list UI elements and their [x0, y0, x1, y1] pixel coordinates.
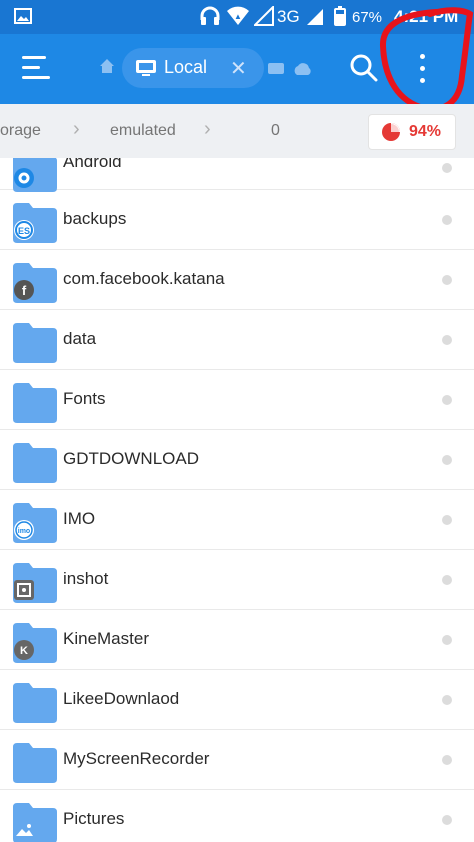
folder-icon: [13, 383, 57, 423]
select-checkbox[interactable]: [442, 515, 452, 525]
file-name: MyScreenRecorder: [63, 749, 210, 768]
select-checkbox[interactable]: [442, 695, 452, 705]
select-checkbox[interactable]: [442, 275, 452, 285]
close-icon[interactable]: ✕: [230, 56, 247, 81]
home-icon[interactable]: [99, 58, 115, 79]
file-name: inshot: [63, 569, 109, 588]
signal-icon-2: [306, 6, 324, 31]
kinemaster-badge-icon: K: [14, 640, 34, 660]
svg-text:K: K: [20, 645, 28, 657]
storage-percent: 94%: [409, 123, 442, 140]
select-checkbox[interactable]: [442, 755, 452, 765]
list-item[interactable]: Pictures: [0, 790, 474, 842]
file-name: Android: [63, 158, 122, 171]
inshot-badge-icon: [14, 580, 34, 600]
es-badge-icon: ES: [14, 220, 34, 240]
svg-text:imo: imo: [18, 528, 30, 535]
file-name: KineMaster: [63, 629, 149, 648]
svg-text:ES: ES: [18, 226, 30, 236]
imo-badge-icon: imo: [14, 520, 34, 540]
network-tab-icon[interactable]: [268, 62, 286, 81]
list-item[interactable]: data: [0, 310, 474, 370]
facebook-badge-icon: f: [14, 280, 34, 300]
svg-text:▲: ▲: [234, 12, 242, 21]
select-checkbox[interactable]: [442, 163, 452, 173]
file-name: backups: [63, 209, 127, 228]
list-item[interactable]: MyScreenRecorder: [0, 730, 474, 790]
tab-local[interactable]: Local ✕: [122, 48, 264, 88]
list-item[interactable]: ES backups: [0, 190, 474, 250]
signal-icon: [252, 4, 274, 31]
chevron-right-icon: ›: [73, 118, 80, 140]
tab-label: Local: [164, 57, 208, 77]
select-checkbox[interactable]: [442, 815, 452, 825]
breadcrumb-item-emulated[interactable]: emulated: [110, 122, 176, 140]
file-name: Pictures: [63, 809, 125, 828]
select-checkbox[interactable]: [442, 395, 452, 405]
list-item[interactable]: LikeeDownlaod: [0, 670, 474, 730]
wifi-icon: ▲: [226, 6, 250, 31]
file-name: GDTDOWNLOAD: [63, 449, 199, 468]
select-checkbox[interactable]: [442, 575, 452, 585]
breadcrumb: orage › emulated › 0 94%: [0, 104, 474, 158]
select-checkbox[interactable]: [442, 455, 452, 465]
folder-icon: [13, 683, 57, 723]
list-item[interactable]: K KineMaster: [0, 610, 474, 670]
headphones-icon: [199, 6, 221, 31]
file-list: Android ES backups f com.facebook.katana data…: [0, 158, 474, 842]
select-checkbox[interactable]: [442, 635, 452, 645]
gallery-notification-icon: [14, 8, 32, 29]
gear-badge-icon: [14, 168, 34, 188]
file-name: IMO: [63, 509, 96, 528]
storage-usage-badge[interactable]: 94%: [368, 114, 456, 150]
battery-icon: [334, 6, 346, 31]
pie-chart-icon: [381, 122, 401, 147]
breadcrumb-item-storage[interactable]: orage: [0, 122, 41, 140]
breadcrumb-item-0[interactable]: 0: [271, 122, 280, 140]
list-item[interactable]: inshot: [0, 550, 474, 610]
folder-icon: [13, 323, 57, 363]
menu-icon[interactable]: [22, 56, 50, 80]
list-item[interactable]: imo IMO: [0, 490, 474, 550]
annotation-circle: [380, 7, 474, 112]
list-item[interactable]: f com.facebook.katana: [0, 250, 474, 310]
list-item[interactable]: Fonts: [0, 370, 474, 430]
select-checkbox[interactable]: [442, 215, 452, 225]
cloud-icon[interactable]: [292, 62, 312, 81]
svg-text:f: f: [22, 283, 27, 298]
image-badge-icon: [14, 820, 34, 840]
file-name: data: [63, 329, 97, 348]
folder-icon: [13, 443, 57, 483]
file-name: com.facebook.katana: [63, 269, 225, 288]
list-item[interactable]: GDTDOWNLOAD: [0, 430, 474, 490]
list-item[interactable]: Android: [0, 158, 474, 192]
network-type-label: 3G: [277, 7, 300, 26]
select-checkbox[interactable]: [442, 335, 452, 345]
folder-icon: [13, 743, 57, 783]
file-name: LikeeDownlaod: [63, 689, 180, 708]
file-name: Fonts: [63, 389, 106, 408]
chevron-right-icon: ›: [204, 118, 211, 140]
device-icon: [136, 59, 156, 82]
